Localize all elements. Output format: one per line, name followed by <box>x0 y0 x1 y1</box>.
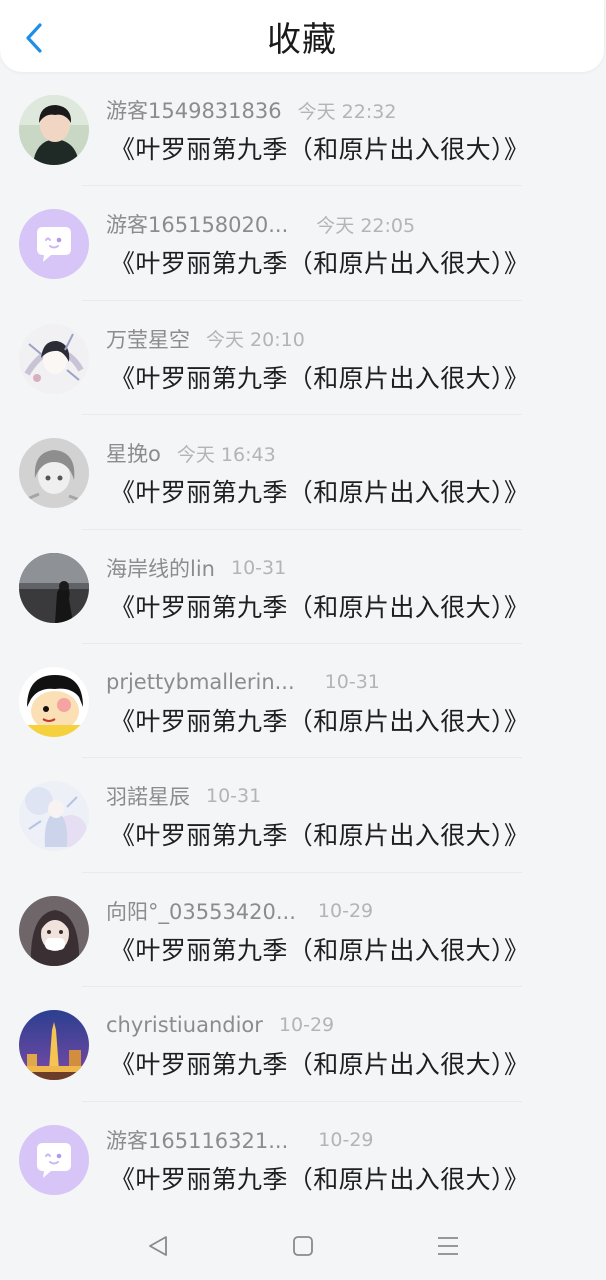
user-name[interactable]: 羽諾星辰 <box>106 781 190 811</box>
user-name[interactable]: 星挽o <box>106 438 161 468</box>
avatar[interactable] <box>19 438 89 509</box>
list-item[interactable]: 羽諾星辰 10-31 《叶罗丽第九季（和原片出入很大）》 <box>0 758 606 873</box>
avatar[interactable] <box>19 1010 89 1081</box>
menu-lines-icon <box>438 1237 458 1255</box>
list-item[interactable]: 向阳°_03553420... 10-29 《叶罗丽第九季（和原片出入很大）》 <box>0 873 606 988</box>
top-bar: 收藏 <box>0 0 604 72</box>
timestamp: 今天 16:43 <box>176 443 276 466</box>
timestamp: 10-29 <box>317 899 374 922</box>
user-name[interactable]: chyristiuandior <box>106 1013 263 1037</box>
page-title: 收藏 <box>267 20 337 60</box>
avatar[interactable] <box>19 895 89 966</box>
user-name[interactable]: 游客165116321... <box>106 1125 288 1155</box>
avatar[interactable] <box>19 1124 89 1195</box>
nav-menu-button[interactable] <box>432 1230 464 1262</box>
user-name[interactable]: 万莹星空 <box>106 324 190 354</box>
list-item[interactable]: 游客165116321... 10-29 《叶罗丽第九季（和原片出入很大）》 <box>0 1102 606 1216</box>
nav-back-button[interactable] <box>142 1230 174 1262</box>
list-item[interactable]: 游客165158020... 今天 22:05 《叶罗丽第九季（和原片出入很大）… <box>0 186 606 301</box>
user-name[interactable]: 海岸线的lin <box>106 553 215 583</box>
item-title: 《叶罗丽第九季（和原片出入很大）》 <box>110 821 530 851</box>
timestamp: 10-31 <box>324 670 380 693</box>
timestamp: 10-31 <box>206 785 262 808</box>
system-nav-bar <box>0 1210 606 1280</box>
item-title: 《叶罗丽第九季（和原片出入很大）》 <box>110 706 530 736</box>
avatar[interactable] <box>19 781 89 852</box>
avatar[interactable] <box>19 323 89 394</box>
list-item[interactable]: 游客1549831836 今天 22:32 《叶罗丽第九季（和原片出入很大）》 <box>0 72 606 187</box>
favorites-list: 游客1549831836 今天 22:32 《叶罗丽第九季（和原片出入很大）》 … <box>0 72 606 1216</box>
avatar[interactable] <box>19 666 89 737</box>
item-title: 《叶罗丽第九季（和原片出入很大）》 <box>110 592 530 622</box>
timestamp: 今天 20:10 <box>206 329 305 352</box>
user-name[interactable]: 向阳°_03553420... <box>106 896 296 926</box>
item-title: 《叶罗丽第九季（和原片出入很大）》 <box>110 1050 530 1080</box>
user-name[interactable]: 游客165158020... <box>106 209 288 239</box>
timestamp: 10-31 <box>230 556 287 579</box>
list-item[interactable]: chyristiuandior 10-29 《叶罗丽第九季（和原片出入很大）》 <box>0 987 606 1102</box>
avatar[interactable] <box>19 209 89 280</box>
item-title: 《叶罗丽第九季（和原片出入很大）》 <box>110 363 530 393</box>
back-triangle-icon <box>149 1236 167 1256</box>
home-square-icon <box>293 1236 313 1256</box>
item-title: 《叶罗丽第九季（和原片出入很大）》 <box>110 935 530 965</box>
item-title: 《叶罗丽第九季（和原片出入很大）》 <box>110 249 530 279</box>
user-name[interactable]: 游客1549831836 <box>106 95 282 125</box>
item-title: 《叶罗丽第九季（和原片出入很大）》 <box>110 478 530 508</box>
list-item[interactable]: prjettybmallerin... 10-31 《叶罗丽第九季（和原片出入很… <box>0 644 606 759</box>
timestamp: 10-29 <box>278 1014 335 1037</box>
list-item[interactable]: 万莹星空 今天 20:10 《叶罗丽第九季（和原片出入很大）》 <box>0 301 606 416</box>
list-item[interactable]: 海岸线的lin 10-31 《叶罗丽第九季（和原片出入很大）》 <box>0 530 606 644</box>
avatar[interactable] <box>19 95 89 165</box>
nav-home-button[interactable] <box>287 1230 319 1262</box>
item-title: 《叶罗丽第九季（和原片出入很大）》 <box>110 135 530 164</box>
avatar[interactable] <box>19 552 89 623</box>
list-item[interactable]: 星挽o 今天 16:43 《叶罗丽第九季（和原片出入很大）》 <box>0 415 606 530</box>
user-name[interactable]: prjettybmallerin... <box>106 670 295 694</box>
timestamp: 10-29 <box>318 1128 374 1151</box>
item-title: 《叶罗丽第九季（和原片出入很大）》 <box>110 1164 530 1194</box>
timestamp: 今天 22:32 <box>297 100 397 123</box>
timestamp: 今天 22:05 <box>316 214 416 237</box>
